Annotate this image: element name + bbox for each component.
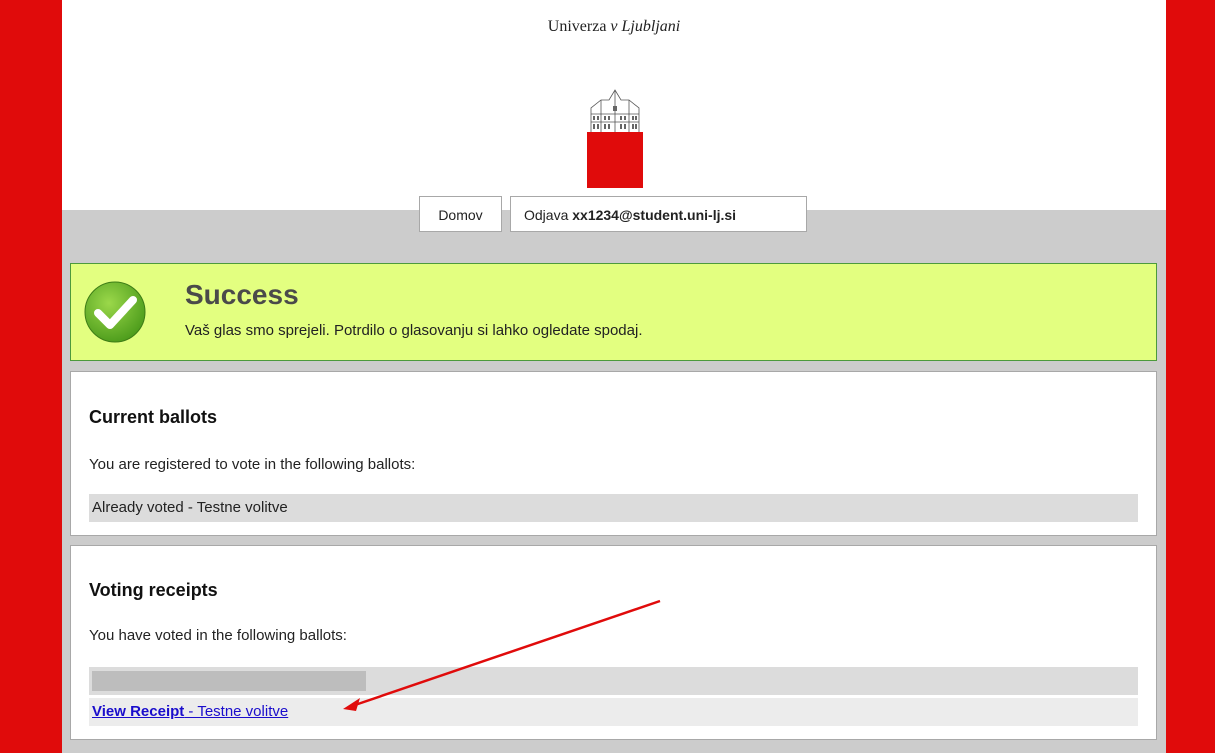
university-title-italic: v Ljubljani — [610, 18, 681, 35]
home-button-label: Domov — [438, 207, 483, 223]
success-alert: Success Vaš glas smo sprejeli. Potrdilo … — [70, 263, 1157, 361]
user-email: xx1234@student.uni-lj.si — [572, 207, 737, 223]
alert-message: Vaš glas smo sprejeli. Potrdilo o glasov… — [185, 322, 643, 339]
university-title-prefix: Univerza — [547, 18, 607, 35]
receipt-row: View Receipt - Testne volitve — [89, 698, 1138, 726]
receipt-ballot-name: - Testne volitve — [184, 703, 289, 720]
logout-button[interactable]: Odjava xx1234@student.uni-lj.si — [510, 196, 807, 232]
voting-receipts-description: You have voted in the following ballots: — [89, 627, 347, 644]
view-receipt-link[interactable]: View Receipt - Testne volitve — [92, 703, 288, 720]
logout-label: Odjava — [524, 207, 569, 223]
page-container: Univerza v Ljubljani Domov Odjava xx1234… — [62, 0, 1166, 753]
current-ballots-description: You are registered to vote in the follow… — [89, 456, 416, 473]
university-title: Univerza v Ljubljani — [62, 18, 1166, 36]
voting-receipts-panel: Voting receipts You have voted in the fo… — [70, 545, 1157, 740]
current-ballots-heading: Current ballots — [89, 407, 218, 427]
ballot-list-item: Already voted - Testne volitve — [89, 494, 1138, 522]
redacted-receipt-hash — [92, 671, 366, 691]
voting-receipts-heading: Voting receipts — [89, 580, 218, 600]
right-red-border — [1166, 0, 1215, 753]
receipt-hash-row — [89, 667, 1138, 695]
home-button[interactable]: Domov — [419, 196, 502, 232]
view-receipt-label: View Receipt — [92, 703, 185, 720]
check-icon — [84, 281, 146, 343]
university-logo — [587, 89, 643, 188]
current-ballots-panel: Current ballots You are registered to vo… — [70, 371, 1157, 536]
left-red-border — [0, 0, 62, 753]
alert-title: Success — [185, 279, 299, 310]
